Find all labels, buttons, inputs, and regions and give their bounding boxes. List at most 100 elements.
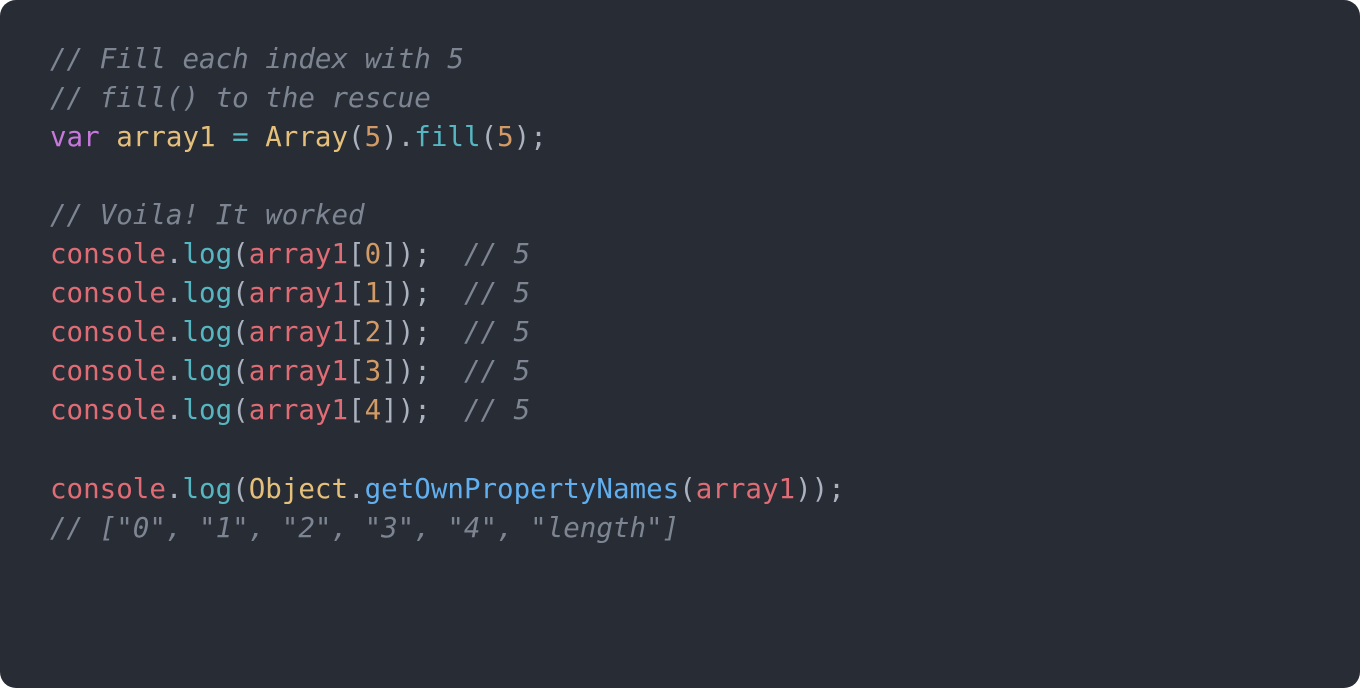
- paren: ): [381, 121, 398, 153]
- method-name: fill: [414, 121, 480, 153]
- space: [431, 394, 464, 426]
- object-ref: console: [50, 355, 166, 387]
- bracket: [: [348, 355, 365, 387]
- number-literal: 1: [365, 277, 382, 309]
- variable-ref: array1: [249, 277, 348, 309]
- paren: (: [232, 394, 249, 426]
- code-line: // ["0", "1", "2", "3", "4", "length"]: [50, 509, 1310, 548]
- space: [431, 277, 464, 309]
- object-ref: console: [50, 394, 166, 426]
- variable-ref: array1: [249, 316, 348, 348]
- method-name: log: [182, 316, 232, 348]
- semicolon: ;: [414, 238, 431, 270]
- object-ref: console: [50, 277, 166, 309]
- number-literal: 4: [365, 394, 382, 426]
- paren: (: [481, 121, 498, 153]
- code-line: console.log(array1[4]); // 5: [50, 391, 1310, 430]
- number-literal: 5: [497, 121, 514, 153]
- comment-text: // 5: [464, 277, 530, 309]
- bracket: [: [348, 277, 365, 309]
- dot: .: [166, 473, 183, 505]
- space: [431, 238, 464, 270]
- paren: (: [232, 316, 249, 348]
- bracket: ]: [381, 355, 398, 387]
- paren: ): [795, 473, 812, 505]
- variable-name: array1: [116, 121, 215, 153]
- variable-ref: array1: [249, 355, 348, 387]
- bracket: ]: [381, 316, 398, 348]
- method-name: log: [182, 355, 232, 387]
- variable-ref: array1: [249, 394, 348, 426]
- paren: ): [398, 277, 415, 309]
- bracket: ]: [381, 238, 398, 270]
- semicolon: ;: [414, 394, 431, 426]
- number-literal: 5: [365, 121, 382, 153]
- paren: ): [812, 473, 829, 505]
- method-name: log: [182, 277, 232, 309]
- paren: ): [398, 238, 415, 270]
- code-line: console.log(array1[0]); // 5: [50, 235, 1310, 274]
- semicolon: ;: [828, 473, 845, 505]
- number-literal: 2: [365, 316, 382, 348]
- method-name: getOwnPropertyNames: [365, 473, 680, 505]
- paren: (: [232, 238, 249, 270]
- code-line: // Fill each index with 5: [50, 40, 1310, 79]
- variable-ref: array1: [249, 238, 348, 270]
- comment-text: // 5: [464, 394, 530, 426]
- method-name: log: [182, 473, 232, 505]
- space: [431, 355, 464, 387]
- operator: =: [216, 121, 266, 153]
- method-name: log: [182, 394, 232, 426]
- class-name: Array: [265, 121, 348, 153]
- semicolon: ;: [414, 316, 431, 348]
- paren: ): [514, 121, 531, 153]
- comment-text: // ["0", "1", "2", "3", "4", "length"]: [50, 512, 679, 544]
- code-line: console.log(array1[2]); // 5: [50, 313, 1310, 352]
- object-ref: console: [50, 316, 166, 348]
- blank-line: [50, 430, 1310, 469]
- paren: ): [398, 355, 415, 387]
- semicolon: ;: [414, 355, 431, 387]
- code-line: var array1 = Array(5).fill(5);: [50, 118, 1310, 157]
- comment-text: // Voila! It worked: [50, 199, 365, 231]
- object-ref: console: [50, 238, 166, 270]
- comment-text: // 5: [464, 355, 530, 387]
- space: [100, 121, 117, 153]
- semicolon: ;: [530, 121, 547, 153]
- keyword: var: [50, 121, 100, 153]
- semicolon: ;: [414, 277, 431, 309]
- comment-text: // 5: [464, 316, 530, 348]
- paren: (: [232, 473, 249, 505]
- dot: .: [166, 355, 183, 387]
- paren: (: [232, 355, 249, 387]
- paren: (: [232, 277, 249, 309]
- dot: .: [398, 121, 415, 153]
- paren: (: [679, 473, 696, 505]
- bracket: ]: [381, 394, 398, 426]
- object-ref: console: [50, 473, 166, 505]
- blank-line: [50, 157, 1310, 196]
- method-name: log: [182, 238, 232, 270]
- number-literal: 0: [365, 238, 382, 270]
- code-block: // Fill each index with 5 // fill() to t…: [0, 0, 1360, 688]
- bracket: [: [348, 394, 365, 426]
- paren: ): [398, 394, 415, 426]
- code-line: // fill() to the rescue: [50, 79, 1310, 118]
- code-line: console.log(array1[1]); // 5: [50, 274, 1310, 313]
- comment-text: // 5: [464, 238, 530, 270]
- class-name: Object: [249, 473, 348, 505]
- dot: .: [166, 394, 183, 426]
- comment-text: // Fill each index with 5: [50, 43, 464, 75]
- variable-ref: array1: [696, 473, 795, 505]
- comment-text: // fill() to the rescue: [50, 82, 431, 114]
- paren: ): [398, 316, 415, 348]
- paren: (: [348, 121, 365, 153]
- number-literal: 3: [365, 355, 382, 387]
- space: [431, 316, 464, 348]
- bracket: ]: [381, 277, 398, 309]
- code-line: console.log(array1[3]); // 5: [50, 352, 1310, 391]
- dot: .: [348, 473, 365, 505]
- dot: .: [166, 238, 183, 270]
- code-line: // Voila! It worked: [50, 196, 1310, 235]
- dot: .: [166, 277, 183, 309]
